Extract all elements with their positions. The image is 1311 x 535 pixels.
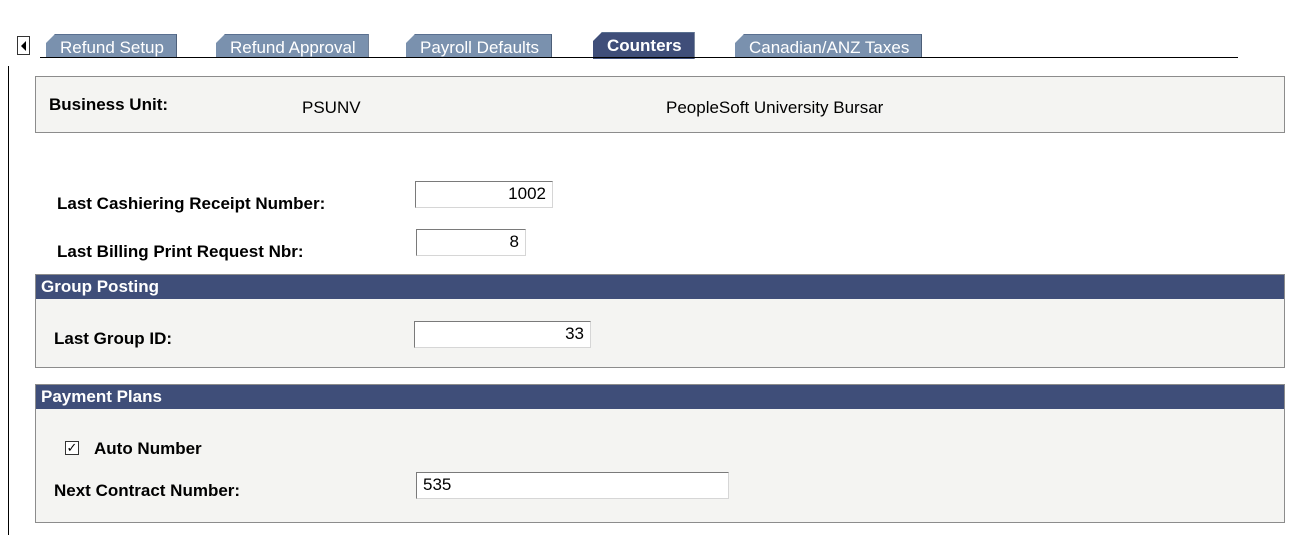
tab-payroll-defaults[interactable]: Payroll Defaults: [406, 34, 553, 58]
auto-number-checkbox[interactable]: ✓: [65, 441, 79, 455]
tab-underline: [40, 57, 1238, 58]
last-group-id-label: Last Group ID:: [54, 329, 173, 348]
tab-refund-setup[interactable]: Refund Setup: [46, 34, 177, 58]
business-unit-panel: Business Unit: PSUNV PeopleSoft Universi…: [35, 76, 1285, 133]
tab-counters[interactable]: Counters: [593, 32, 695, 59]
business-unit-description: PeopleSoft University Bursar: [666, 98, 884, 117]
tab-scroll-left-icon[interactable]: [17, 36, 30, 55]
tab-canadian-anz-taxes[interactable]: Canadian/ANZ Taxes: [735, 34, 923, 58]
cashiering-receipt-input[interactable]: 1002: [415, 181, 553, 208]
cashiering-receipt-label: Last Cashiering Receipt Number:: [57, 194, 326, 213]
tab-strip: Refund Setup Refund Approval Payroll Def…: [0, 0, 1311, 60]
tab-refund-approval[interactable]: Refund Approval: [216, 34, 369, 58]
group-posting-header: Group Posting: [36, 275, 1284, 299]
payment-plans-section: Payment Plans ✓ Auto Number Next Contrac…: [35, 384, 1285, 523]
group-posting-section: Group Posting Last Group ID: 33: [35, 274, 1285, 368]
business-unit-label: Business Unit:: [49, 95, 169, 114]
business-unit-code: PSUNV: [302, 98, 361, 117]
last-group-id-input[interactable]: 33: [414, 321, 591, 348]
billing-print-request-label: Last Billing Print Request Nbr:: [57, 242, 304, 261]
billing-print-request-input[interactable]: 8: [416, 229, 526, 256]
next-contract-number-input[interactable]: 535: [416, 472, 729, 499]
payment-plans-header: Payment Plans: [36, 385, 1284, 409]
auto-number-label: Auto Number: [94, 439, 202, 458]
page-left-border: [8, 66, 9, 535]
next-contract-number-label: Next Contract Number:: [54, 481, 241, 500]
